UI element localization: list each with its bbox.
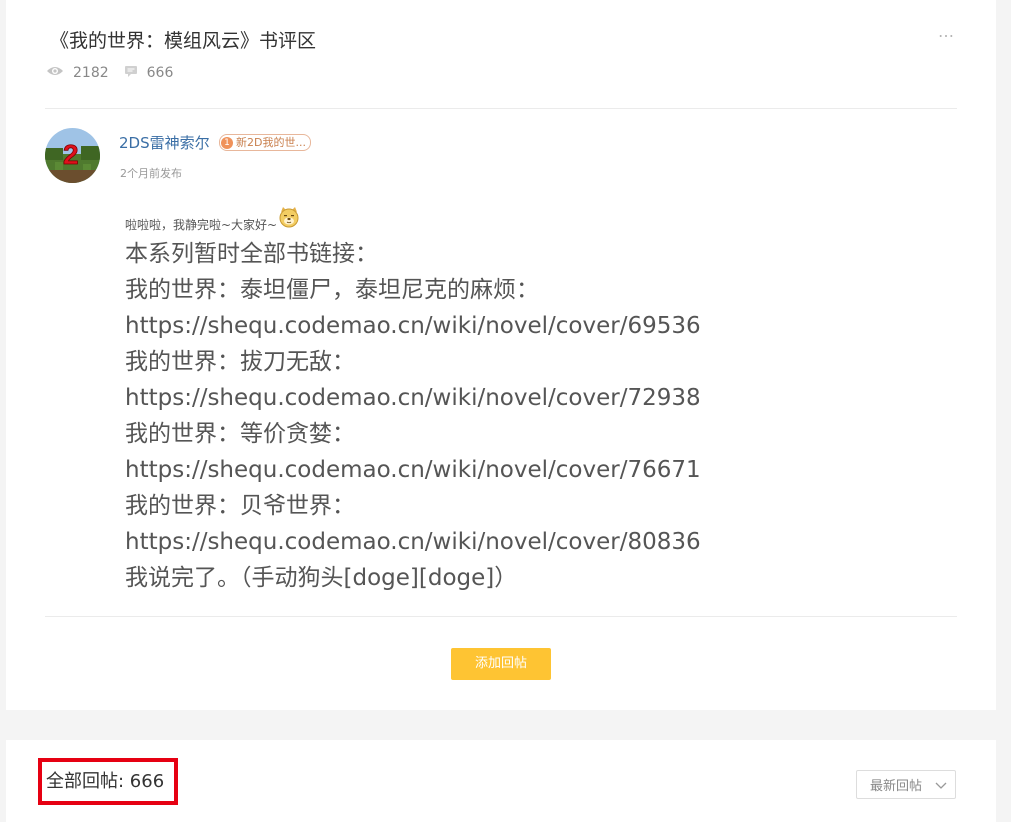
comments-count: 666: [146, 65, 174, 81]
add-reply-button[interactable]: 添加回帖: [451, 648, 551, 680]
content-line: 本系列暂时全部书链接：: [125, 241, 378, 267]
badge-level: 1: [221, 136, 233, 149]
intro-text: 啦啦啦，我静完啦~大家好~: [125, 218, 278, 232]
post-time: 2个月前发布: [120, 167, 182, 180]
chevron-down-icon: [935, 779, 947, 794]
sort-label: 最新回帖: [870, 779, 923, 794]
author-badge[interactable]: 1 新2D我的世...: [219, 134, 311, 151]
content-line: https://shequ.codemao.cn/wiki/novel/cove…: [125, 313, 701, 339]
post-stats: 2182 666: [46, 64, 188, 82]
header-divider: [45, 108, 957, 109]
content-line: https://shequ.codemao.cn/wiki/novel/cove…: [125, 457, 701, 483]
doge-emoji-icon: [278, 206, 300, 231]
content-line: 我的世界：拔刀无敌：: [125, 349, 355, 375]
sort-dropdown[interactable]: 最新回帖: [856, 770, 956, 799]
svg-text:2: 2: [63, 139, 79, 170]
reply-count-label: 全部回帖: 666: [38, 758, 178, 805]
content-line: 我的世界：等价贪婪：: [125, 421, 355, 447]
author-name[interactable]: 2DS雷神索尔: [119, 132, 210, 153]
post-content: 本系列暂时全部书链接： 我的世界：泰坦僵尸，泰坦尼克的麻烦： https://s…: [125, 236, 701, 596]
content-line: https://shequ.codemao.cn/wiki/novel/cove…: [125, 385, 701, 411]
content-divider: [45, 616, 957, 617]
comment-icon: [124, 65, 138, 81]
content-line: 我说完了。（手动狗头[doge][doge]）: [125, 565, 518, 591]
content-line: 我的世界：泰坦僵尸，泰坦尼克的麻烦：: [125, 277, 539, 303]
views-count: 2182: [73, 65, 109, 81]
eye-icon: [46, 65, 64, 81]
content-intro: 啦啦啦，我静完啦~大家好~: [125, 206, 300, 233]
more-options-icon[interactable]: …: [938, 22, 955, 41]
post-title: 《我的世界：模组风云》书评区: [50, 30, 317, 52]
content-line: https://shequ.codemao.cn/wiki/novel/cove…: [125, 529, 701, 555]
content-line: 我的世界：贝爷世界：: [125, 493, 355, 519]
avatar[interactable]: 2: [45, 128, 100, 183]
badge-text: 新2D我的世...: [236, 136, 306, 149]
